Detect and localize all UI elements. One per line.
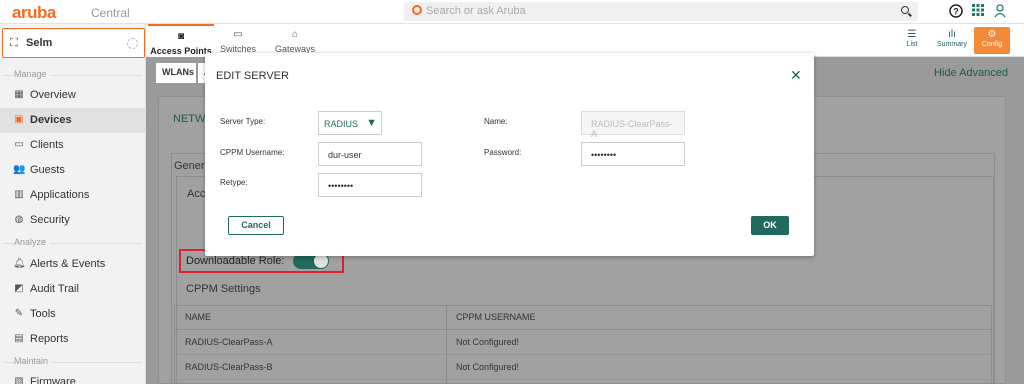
- user-icon[interactable]: [992, 4, 1008, 20]
- cppm-username-field[interactable]: dur-user: [318, 142, 422, 166]
- search-placeholder: Search or ask Aruba: [426, 5, 526, 17]
- sidebar-item-overview[interactable]: ▦ Overview: [0, 83, 146, 108]
- summary-icon: ılı: [948, 29, 956, 40]
- sidebar-item-reports[interactable]: ▤ Reports: [0, 327, 146, 352]
- column-header-name[interactable]: NAME: [185, 312, 211, 322]
- clients-icon: ▭: [14, 139, 24, 150]
- column-header-cppm-username[interactable]: CPPM USERNAME: [456, 312, 536, 322]
- access-point-icon: ◙: [177, 31, 185, 42]
- table-row[interactable]: RADIUS-ClearPass-B Not Configured!: [175, 356, 991, 380]
- edit-server-dialog: EDIT SERVER ✕ Server Type: RADIUS ▼ Name…: [205, 53, 814, 256]
- search-icon: [901, 6, 909, 14]
- aruba-search-icon: [412, 5, 422, 15]
- bell-icon: 🔔︎: [13, 258, 26, 269]
- site-name: Selm: [26, 37, 53, 49]
- toggle-knob: [314, 254, 328, 268]
- gear-icon: ⚙: [987, 29, 997, 40]
- top-bar: aruba Central Search or ask Aruba ?: [0, 0, 1024, 24]
- view-summary-button[interactable]: ılı Summary: [934, 27, 970, 54]
- site-icon: ⛶: [10, 37, 18, 49]
- downloadable-role-label: Downloadable Role:: [186, 255, 285, 267]
- cell-cppm-username: Not Configured!: [456, 362, 520, 372]
- devices-icon: ▣: [14, 114, 24, 125]
- server-type-select[interactable]: RADIUS ▼: [318, 111, 382, 135]
- sidebar-item-applications[interactable]: ▥ Applications: [0, 183, 146, 208]
- name-field[interactable]: RADIUS-ClearPass-A: [581, 111, 685, 139]
- sidebar-item-alerts-events[interactable]: 🔔︎ Alerts & Events: [0, 252, 146, 277]
- overview-icon: ▦: [14, 89, 24, 100]
- section-analyze: Analyze: [0, 237, 146, 249]
- password-field[interactable]: ••••••••: [581, 142, 685, 166]
- cppm-username-label: CPPM Username:: [220, 148, 285, 157]
- security-icon: ◍: [14, 214, 24, 225]
- view-list-button[interactable]: ☰ List: [894, 27, 930, 54]
- reports-icon: ▤: [14, 333, 24, 344]
- product-name: Central: [91, 6, 130, 20]
- cancel-button[interactable]: Cancel: [228, 216, 284, 235]
- column-divider: [446, 306, 447, 384]
- hide-advanced-link[interactable]: Hide Advanced: [934, 67, 1008, 79]
- search-button[interactable]: [894, 2, 918, 21]
- loading-spinner-icon: [127, 38, 138, 49]
- switch-icon: ▭: [233, 29, 243, 40]
- sidebar-item-guests[interactable]: 👥 Guests: [0, 158, 146, 183]
- sidebar-item-audit-trail[interactable]: ◩ Audit Trail: [0, 277, 146, 302]
- sidebar-item-security[interactable]: ◍ Security: [0, 208, 146, 233]
- svg-text:?: ?: [953, 7, 959, 17]
- retype-label: Retype:: [220, 178, 248, 187]
- section-maintain: Maintain: [0, 356, 146, 368]
- subtab-wlans[interactable]: WLANs: [156, 63, 196, 83]
- sidebar-item-devices[interactable]: ▣ Devices: [0, 108, 146, 133]
- site-selector[interactable]: ⛶ Selm: [2, 28, 145, 58]
- ok-button[interactable]: OK: [751, 216, 789, 235]
- cppm-settings-label: CPPM Settings: [186, 283, 261, 295]
- cell-name: RADIUS-ClearPass-B: [185, 362, 273, 372]
- guests-icon: 👥: [13, 164, 26, 175]
- aruba-logo[interactable]: aruba: [12, 3, 56, 23]
- retype-password-field[interactable]: ••••••••: [318, 173, 422, 197]
- sidebar-item-clients[interactable]: ▭ Clients: [0, 133, 146, 158]
- wrench-icon: ✎: [14, 308, 24, 319]
- cppm-servers-table: NAME CPPM USERNAME RADIUS-ClearPass-A No…: [174, 305, 992, 384]
- sidebar-item-firmware[interactable]: ▧ Firmware: [0, 370, 146, 384]
- audit-icon: ◩: [14, 283, 24, 294]
- name-label: Name:: [484, 117, 508, 126]
- cell-name: RADIUS-ClearPass-A: [185, 337, 273, 347]
- password-label: Password:: [484, 148, 522, 157]
- gateway-icon: ⌂: [291, 29, 299, 40]
- section-manage: Manage: [0, 69, 146, 81]
- tab-access-points[interactable]: ◙ Access Points: [148, 24, 214, 57]
- applications-icon: ▥: [14, 189, 24, 200]
- dropdown-arrow-icon: ▼: [366, 117, 377, 129]
- search-input[interactable]: Search or ask Aruba: [404, 2, 918, 21]
- close-icon[interactable]: ✕: [790, 67, 802, 84]
- table-row[interactable]: RADIUS-ClearPass-A Not Configured!: [175, 331, 991, 355]
- help-icon[interactable]: ?: [948, 4, 964, 20]
- apps-grid-icon[interactable]: [970, 4, 986, 20]
- dialog-title: EDIT SERVER: [216, 70, 289, 82]
- firmware-icon: ▧: [14, 376, 24, 384]
- table-header: NAME CPPM USERNAME: [175, 306, 991, 330]
- view-config-button[interactable]: ⚙ Config: [974, 27, 1010, 54]
- server-type-label: Server Type:: [220, 117, 266, 126]
- list-icon: ☰: [907, 29, 917, 40]
- sidebar: ⛶ Selm Manage ▦ Overview ▣ Devices ▭ Client…: [0, 24, 146, 384]
- sidebar-item-tools[interactable]: ✎ Tools: [0, 302, 146, 327]
- cell-cppm-username: Not Configured!: [456, 337, 520, 347]
